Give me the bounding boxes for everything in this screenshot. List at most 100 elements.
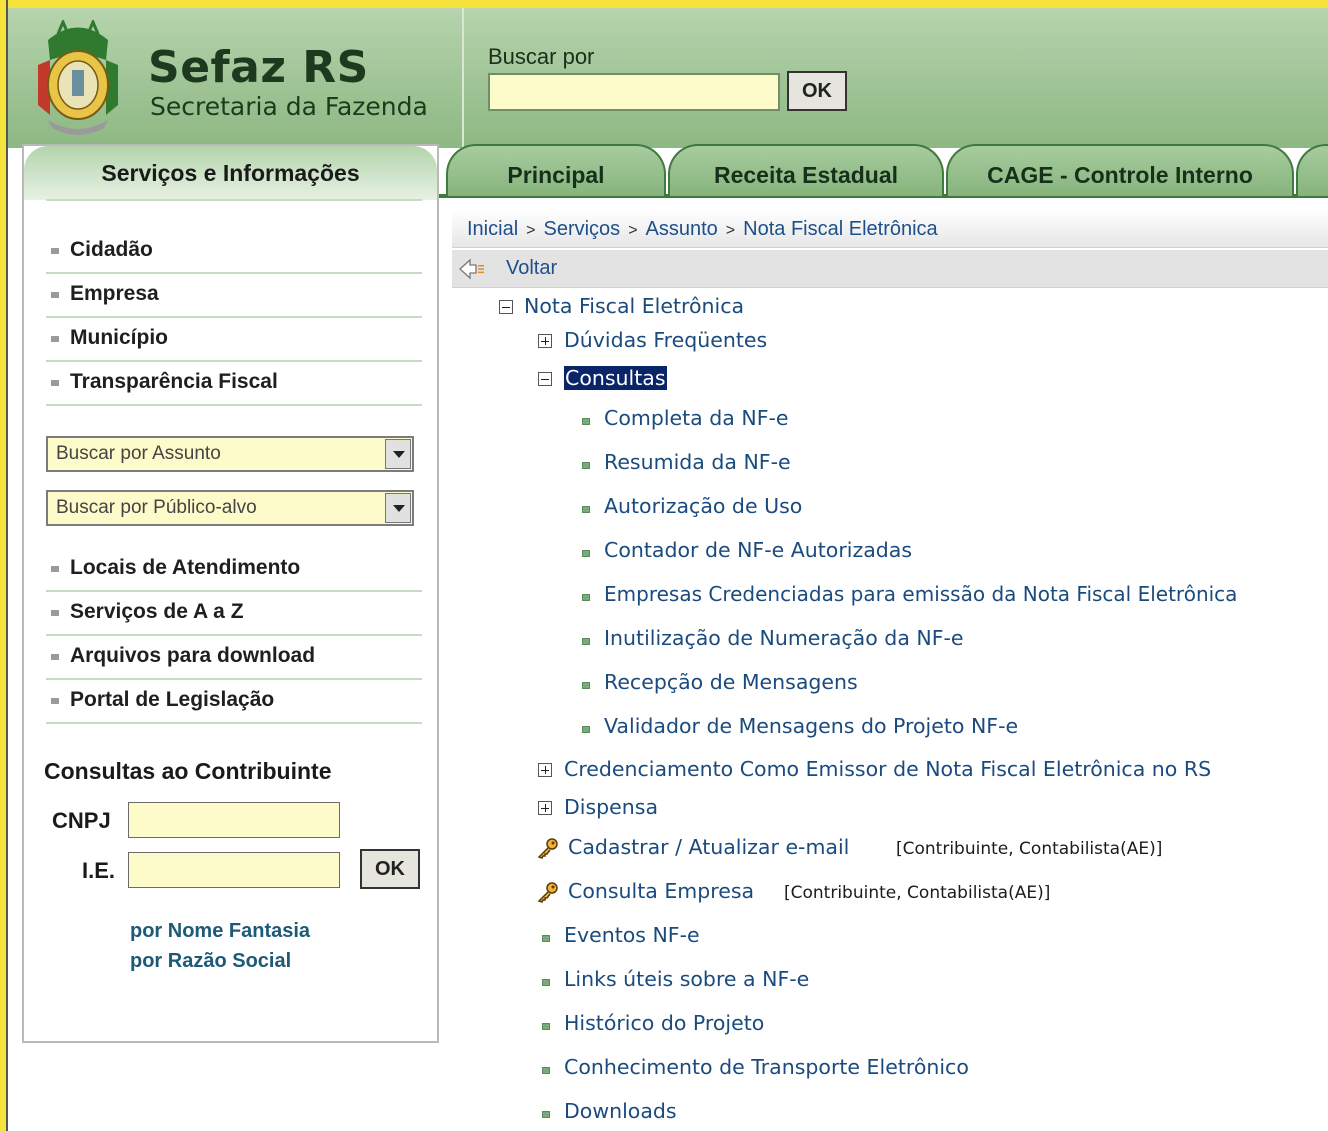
access-tag: [Contribuinte, Contabilista(AE)]	[896, 839, 1163, 859]
bullet-icon	[51, 654, 59, 660]
contribuinte-ok-button[interactable]: OK	[360, 849, 420, 889]
page-top-border	[0, 0, 1328, 8]
breadcrumb: Inicial > Serviços > Assunto > Nota Fiscal Ele…	[452, 210, 1328, 248]
back-link[interactable]: Voltar	[506, 257, 557, 280]
tree-item-label-selected[interactable]: Consultas	[564, 366, 667, 390]
brand-title[interactable]: Sefaz RS	[148, 42, 369, 93]
brand-subtitle: Secretaria da Fazenda	[150, 92, 428, 121]
sidebar-link-locais[interactable]: Locais de Atendimento	[46, 548, 422, 592]
sidebar-title: Serviços e Informações	[101, 160, 360, 186]
list-item[interactable]: Histórico do Projeto	[564, 1011, 764, 1035]
bullet-icon	[51, 566, 59, 572]
breadcrumb-separator: >	[526, 222, 536, 239]
list-item[interactable]: Eventos NF-e	[564, 923, 700, 947]
bullet-icon	[542, 979, 550, 986]
dropdown-button[interactable]	[385, 439, 411, 469]
bullet-icon	[542, 935, 550, 942]
bullet-icon	[582, 726, 590, 733]
sidebar-item-municipio[interactable]: Município	[46, 318, 422, 362]
sidebar-item-label: Transparência Fiscal	[70, 370, 278, 393]
sidebar-item-cidadao[interactable]: Cidadão	[46, 230, 422, 274]
bullet-icon	[582, 506, 590, 513]
publico-select-value: Buscar por Público-alvo	[56, 497, 257, 518]
list-item[interactable]: Contador de NF-e Autorizadas	[604, 538, 912, 562]
bullet-icon	[582, 462, 590, 469]
list-item[interactable]: Resumida da NF-e	[604, 450, 791, 474]
bullet-icon	[542, 1111, 550, 1118]
collapse-toggle-icon[interactable]	[538, 372, 552, 386]
tree-root-label[interactable]: Nota Fiscal Eletrônica	[524, 294, 744, 318]
chevron-down-icon	[393, 505, 405, 512]
expand-toggle-icon[interactable]	[538, 334, 552, 348]
sidebar-link-servicos-a-z[interactable]: Serviços de A a Z	[46, 592, 422, 636]
bullet-icon	[542, 1023, 550, 1030]
bullet-icon	[51, 610, 59, 616]
breadcrumb-separator: >	[725, 222, 736, 239]
bullet-icon	[51, 336, 59, 342]
tree-item-label[interactable]: Credenciamento Como Emissor de Nota Fisc…	[564, 757, 1211, 781]
search-input[interactable]	[488, 73, 780, 111]
sidebar-item-transparencia[interactable]: Transparência Fiscal	[46, 362, 422, 406]
bullet-icon	[582, 550, 590, 557]
list-item[interactable]: Validador de Mensagens do Projeto NF-e	[604, 714, 1018, 738]
list-item[interactable]: Empresas Credenciadas para emissão da No…	[604, 582, 1237, 606]
breadcrumb-inicial[interactable]: Inicial	[467, 218, 518, 240]
back-bar: Voltar	[452, 250, 1328, 288]
sidebar-item-label: Município	[70, 326, 168, 349]
search-ok-button[interactable]: OK	[787, 71, 847, 111]
cnpj-field[interactable]	[128, 802, 340, 838]
bullet-icon	[582, 594, 590, 601]
bullet-icon	[542, 1067, 550, 1074]
cnpj-label: CNPJ	[52, 808, 111, 833]
sidebar-item-label: Empresa	[70, 282, 159, 305]
tree-item-label[interactable]: Cadastrar / Atualizar e-mail	[568, 835, 849, 859]
sidebar-item-empresa[interactable]: Empresa	[46, 274, 422, 318]
tab-principal[interactable]: Principal	[446, 144, 666, 196]
list-item[interactable]: Completa da NF-e	[604, 406, 789, 430]
sidebar-link-arquivos[interactable]: Arquivos para download	[46, 636, 422, 680]
rs-coat-of-arms-logo[interactable]	[28, 20, 128, 138]
dropdown-button[interactable]	[385, 493, 411, 523]
ie-field[interactable]	[128, 852, 340, 888]
sidebar-title-divider	[46, 199, 422, 201]
publico-alvo-select[interactable]: Buscar por Público-alvo	[46, 490, 414, 526]
bullet-icon	[51, 698, 59, 704]
tree-item-label[interactable]: Consulta Empresa	[568, 879, 754, 903]
list-item[interactable]: Links úteis sobre a NF-e	[564, 967, 809, 991]
link-razao-social[interactable]: por Razão Social	[130, 950, 291, 973]
chevron-down-icon	[393, 451, 405, 458]
collapse-toggle-icon[interactable]	[499, 300, 513, 314]
list-item[interactable]: Inutilização de Numeração da NF-e	[604, 626, 964, 650]
sidebar-panel: Serviços e Informações Cidadão Empresa M…	[22, 144, 439, 1043]
list-item[interactable]: Recepção de Mensagens	[604, 670, 858, 694]
bullet-icon	[51, 380, 59, 386]
bullet-icon	[582, 418, 590, 425]
bullet-icon	[582, 638, 590, 645]
sidebar-link-label: Locais de Atendimento	[70, 556, 301, 579]
tab-cage-controle-interno[interactable]: CAGE - Controle Interno	[946, 144, 1294, 196]
breadcrumb-servicos[interactable]: Serviços	[543, 218, 620, 240]
sidebar-item-label: Cidadão	[70, 238, 153, 261]
search-label: Buscar por	[488, 44, 595, 69]
list-item[interactable]: Autorização de Uso	[604, 494, 802, 518]
link-nome-fantasia[interactable]: por Nome Fantasia	[130, 920, 310, 943]
tab-receita-estadual[interactable]: Receita Estadual	[668, 144, 944, 196]
tree-item-label[interactable]: Dúvidas Freqüentes	[564, 328, 767, 352]
breadcrumb-assunto[interactable]: Assunto	[646, 218, 718, 240]
key-icon	[537, 838, 558, 859]
sidebar-link-label: Serviços de A a Z	[70, 600, 244, 623]
back-arrow-icon[interactable]	[458, 257, 486, 281]
bullet-icon	[582, 682, 590, 689]
sidebar-link-label: Portal de Legislação	[70, 688, 275, 711]
breadcrumb-current[interactable]: Nota Fiscal Eletrônica	[743, 218, 938, 240]
sidebar-link-legislacao[interactable]: Portal de Legislação	[46, 680, 422, 724]
expand-toggle-icon[interactable]	[538, 763, 552, 777]
site-header: Sefaz RS Secretaria da Fazenda Buscar po…	[8, 8, 1328, 148]
expand-toggle-icon[interactable]	[538, 801, 552, 815]
assunto-select[interactable]: Buscar por Assunto	[46, 436, 414, 472]
list-item[interactable]: Conhecimento de Transporte Eletrônico	[564, 1055, 969, 1079]
tree-item-label[interactable]: Dispensa	[564, 795, 658, 819]
assunto-select-value: Buscar por Assunto	[56, 443, 221, 464]
list-item[interactable]: Downloads	[564, 1099, 677, 1123]
key-icon	[537, 882, 558, 903]
